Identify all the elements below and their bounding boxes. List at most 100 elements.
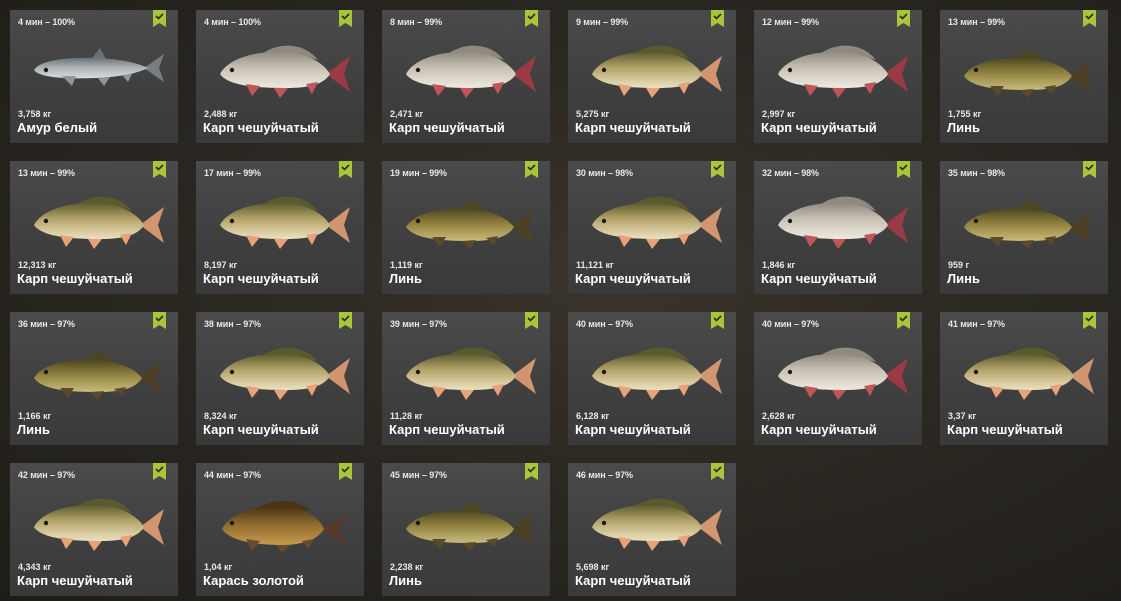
catch-card[interactable]: 9 мин – 99% 5,275 кг Карп чешуйчатый bbox=[568, 10, 736, 143]
fish-species-name: Карп чешуйчатый bbox=[203, 422, 319, 437]
catch-card[interactable]: 45 мин – 97% 2,238 кг Линь bbox=[382, 463, 550, 596]
catch-weight: 1,119 кг bbox=[390, 260, 423, 270]
catch-time-quality: 32 мин – 98% bbox=[762, 168, 819, 178]
tench-fish-image bbox=[34, 352, 162, 400]
check-badge-icon bbox=[525, 463, 538, 480]
catch-time-quality: 9 мин – 99% bbox=[576, 17, 629, 27]
catch-card[interactable]: 39 мин – 97% 11,28 кг Карп чешуйчатый bbox=[382, 312, 550, 445]
fish-species-name: Карп чешуйчатый bbox=[389, 422, 505, 437]
fish-species-name: Карп чешуйчатый bbox=[575, 120, 691, 135]
fish-species-name: Карп чешуйчатый bbox=[203, 271, 319, 286]
catch-card[interactable]: 30 мин – 98% 11,121 кг Карп чешуйчатый bbox=[568, 161, 736, 294]
catch-weight: 959 г bbox=[948, 260, 970, 270]
catch-weight: 4,343 кг bbox=[18, 562, 52, 572]
carp-fish-image bbox=[592, 347, 722, 400]
fish-species-name: Карп чешуйчатый bbox=[203, 120, 319, 135]
catch-weight: 2,238 кг bbox=[390, 562, 424, 572]
fish-species-name: Карп чешуйчатый bbox=[575, 271, 691, 286]
carp-fish-image bbox=[220, 45, 350, 98]
catch-time-quality: 45 мин – 97% bbox=[390, 470, 447, 480]
catch-card[interactable]: 13 мин – 99% 1,755 кг Линь bbox=[940, 10, 1108, 143]
fish-species-name: Карп чешуйчатый bbox=[575, 422, 691, 437]
check-badge-icon bbox=[1083, 10, 1096, 27]
catch-weight: 2,628 кг bbox=[762, 411, 796, 421]
catch-card[interactable]: 4 мин – 100% 2,488 кг Карп чешуйчатый bbox=[196, 10, 364, 143]
catch-time-quality: 46 мин – 97% bbox=[576, 470, 633, 480]
catch-card[interactable]: 38 мин – 97% 8,324 кг Карп чешуйчатый bbox=[196, 312, 364, 445]
catch-card[interactable]: 4 мин – 100% 3,758 кг Амур белый bbox=[10, 10, 178, 143]
catch-card[interactable]: 40 мин – 97% 2,628 кг Карп чешуйчатый bbox=[754, 312, 922, 445]
fish-species-name: Карп чешуйчатый bbox=[947, 422, 1063, 437]
catch-time-quality: 39 мин – 97% bbox=[390, 319, 447, 329]
goldfish-fish-image bbox=[222, 501, 346, 553]
tench-fish-image bbox=[406, 503, 534, 551]
carp-fish-image bbox=[778, 196, 908, 249]
catch-card[interactable]: 19 мин – 99% 1,119 кг Линь bbox=[382, 161, 550, 294]
catch-time-quality: 36 мин – 97% bbox=[18, 319, 75, 329]
check-badge-icon bbox=[897, 312, 910, 329]
fish-species-name: Карп чешуйчатый bbox=[17, 271, 133, 286]
carp-fish-image bbox=[220, 196, 350, 249]
catch-card[interactable]: 12 мин – 99% 2,997 кг Карп чешуйчатый bbox=[754, 10, 922, 143]
fish-species-name: Карась золотой bbox=[203, 573, 304, 588]
carp-fish-image bbox=[592, 45, 722, 98]
catch-weight: 5,698 кг bbox=[576, 562, 610, 572]
catch-time-quality: 4 мин – 100% bbox=[204, 17, 261, 27]
catch-card[interactable]: 44 мин – 97% 1,04 кг Карась золотой bbox=[196, 463, 364, 596]
catch-card[interactable]: 32 мин – 98% 1,846 кг Карп чешуйчатый bbox=[754, 161, 922, 294]
carp-fish-image bbox=[592, 498, 722, 551]
carp-fish-image bbox=[778, 45, 908, 98]
fish-species-name: Линь bbox=[389, 573, 422, 588]
fish-species-name: Карп чешуйчатый bbox=[17, 573, 133, 588]
fish-species-name: Карп чешуйчатый bbox=[575, 573, 691, 588]
catch-card[interactable]: 13 мин – 99% 12,313 кг Карп чешуйчатый bbox=[10, 161, 178, 294]
fish-species-name: Линь bbox=[947, 271, 980, 286]
amur-fish-image bbox=[34, 48, 164, 86]
catch-time-quality: 40 мин – 97% bbox=[576, 319, 633, 329]
tench-fish-image bbox=[964, 201, 1092, 249]
catch-weight: 8,197 кг bbox=[204, 260, 238, 270]
check-badge-icon bbox=[525, 10, 538, 27]
catch-time-quality: 42 мин – 97% bbox=[18, 470, 75, 480]
fish-species-name: Карп чешуйчатый bbox=[761, 422, 877, 437]
catch-time-quality: 13 мин – 99% bbox=[18, 168, 75, 178]
fish-species-name: Карп чешуйчатый bbox=[761, 120, 877, 135]
catch-time-quality: 35 мин – 98% bbox=[948, 168, 1005, 178]
catch-weight: 1,755 кг bbox=[948, 109, 982, 119]
catch-time-quality: 44 мин – 97% bbox=[204, 470, 261, 480]
catch-card[interactable]: 41 мин – 97% 3,37 кг Карп чешуйчатый bbox=[940, 312, 1108, 445]
catch-grid: 4 мин – 100% 3,758 кг Амур белый 4 мин – 10… bbox=[10, 10, 1115, 600]
check-badge-icon bbox=[711, 312, 724, 329]
catch-time-quality: 40 мин – 97% bbox=[762, 319, 819, 329]
catch-card[interactable]: 42 мин – 97% 4,343 кг Карп чешуйчатый bbox=[10, 463, 178, 596]
catch-card[interactable]: 35 мин – 98% 959 г Линь bbox=[940, 161, 1108, 294]
check-badge-icon bbox=[897, 161, 910, 178]
catch-card[interactable]: 36 мин – 97% 1,166 кг Линь bbox=[10, 312, 178, 445]
catch-card[interactable]: 40 мин – 97% 6,128 кг Карп чешуйчатый bbox=[568, 312, 736, 445]
tench-fish-image bbox=[964, 50, 1092, 98]
catch-time-quality: 19 мин – 99% bbox=[390, 168, 447, 178]
check-badge-icon bbox=[711, 463, 724, 480]
catch-card[interactable]: 17 мин – 99% 8,197 кг Карп чешуйчатый bbox=[196, 161, 364, 294]
check-badge-icon bbox=[525, 312, 538, 329]
catch-weight: 6,128 кг bbox=[576, 411, 610, 421]
carp-fish-image bbox=[220, 347, 350, 400]
catch-card[interactable]: 8 мин – 99% 2,471 кг Карп чешуйчатый bbox=[382, 10, 550, 143]
catch-time-quality: 13 мин – 99% bbox=[948, 17, 1005, 27]
catch-weight: 2,488 кг bbox=[204, 109, 238, 119]
fish-species-name: Карп чешуйчатый bbox=[389, 120, 505, 135]
catch-time-quality: 38 мин – 97% bbox=[204, 319, 261, 329]
tench-fish-image bbox=[406, 201, 534, 249]
check-badge-icon bbox=[711, 161, 724, 178]
catch-weight: 11,121 кг bbox=[576, 260, 614, 270]
catch-weight: 1,166 кг bbox=[18, 411, 52, 421]
catch-weight: 1,846 кг bbox=[762, 260, 796, 270]
check-badge-icon bbox=[153, 463, 166, 480]
carp-fish-image bbox=[778, 347, 908, 400]
catch-card[interactable]: 46 мин – 97% 5,698 кг Карп чешуйчатый bbox=[568, 463, 736, 596]
fish-species-name: Линь bbox=[389, 271, 422, 286]
check-badge-icon bbox=[339, 161, 352, 178]
carp-fish-image bbox=[34, 498, 164, 551]
catch-weight: 1,04 кг bbox=[204, 562, 233, 572]
catch-time-quality: 4 мин – 100% bbox=[18, 17, 75, 27]
